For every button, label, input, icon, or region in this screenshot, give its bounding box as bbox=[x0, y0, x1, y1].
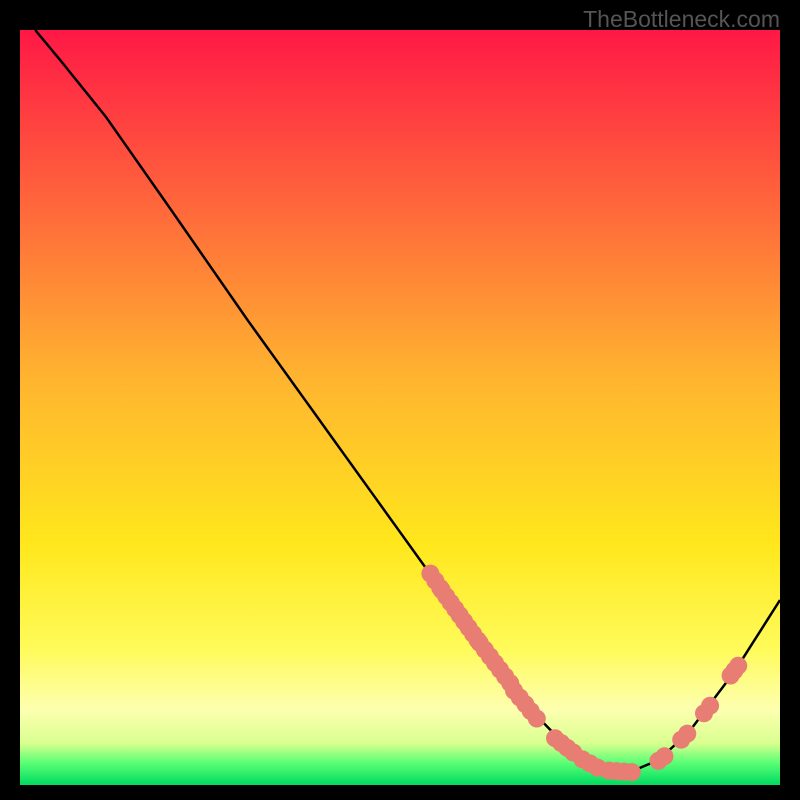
data-dot bbox=[729, 657, 747, 675]
data-dot bbox=[623, 763, 641, 781]
data-dot bbox=[655, 747, 673, 765]
chart-container: { "watermark": "TheBottleneck.com", "cha… bbox=[0, 0, 800, 800]
watermark-text: TheBottleneck.com bbox=[583, 6, 780, 33]
bottleneck-chart bbox=[0, 0, 800, 800]
data-dot bbox=[678, 725, 696, 743]
data-dot bbox=[701, 697, 719, 715]
plot-background bbox=[20, 30, 780, 785]
data-dot bbox=[528, 710, 546, 728]
